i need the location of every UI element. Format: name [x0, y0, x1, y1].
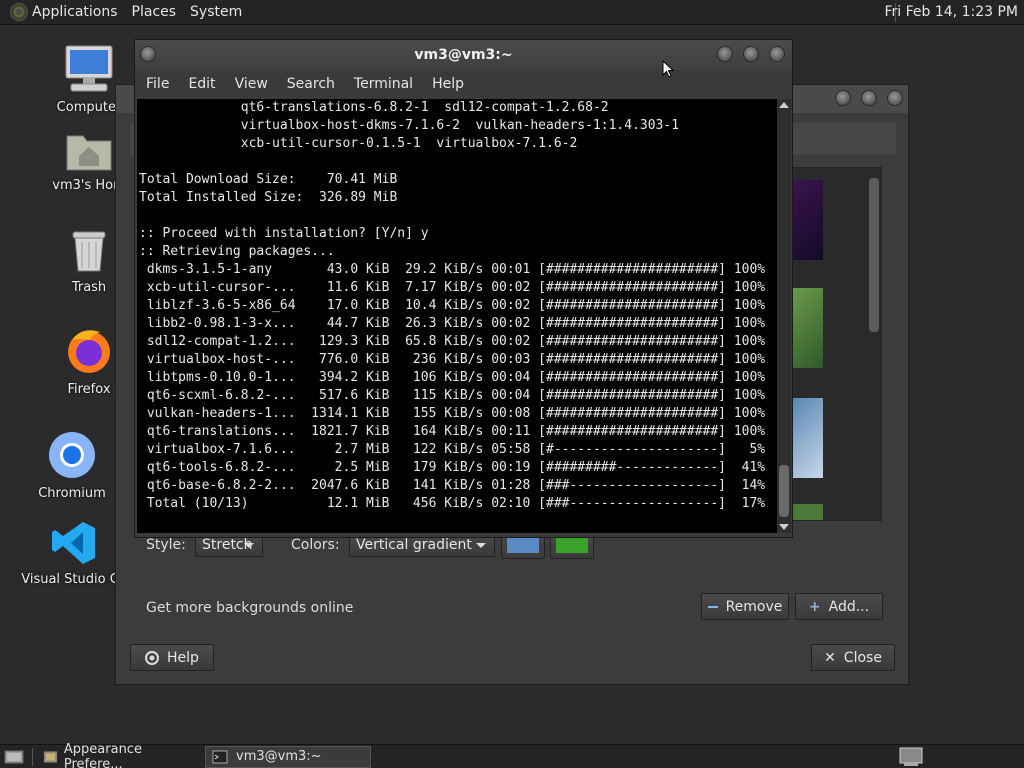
distro-logo-icon[interactable]: [10, 3, 28, 21]
terminal-line: xcb-util-cursor-... 11.6 KiB 7.17 KiB/s …: [139, 280, 766, 295]
workspace-switcher-icon[interactable]: [898, 747, 924, 767]
desktop-icon-vscode[interactable]: Visual Studio Co: [19, 520, 129, 587]
remove-button[interactable]: Remove: [701, 593, 789, 620]
terminal-line: libb2-0.98.1-3-x... 44.7 KiB 26.3 KiB/s …: [139, 316, 766, 331]
window-title: vm3@vm3:~: [414, 47, 513, 63]
scroll-up-icon[interactable]: [779, 102, 789, 108]
plus-icon: +: [808, 598, 821, 615]
taskbar-item-appearance[interactable]: Appearance Prefere...: [37, 742, 201, 768]
appearance-app-icon: [43, 750, 57, 763]
desktop-icon-label: Visual Studio Co: [21, 572, 127, 587]
show-desktop-icon[interactable]: [4, 749, 24, 765]
trash-icon: [72, 231, 106, 272]
terminal-line: qt6-tools-6.8.2-... 2.5 MiB 179 KiB/s 00…: [139, 460, 766, 475]
style-label: Style:: [146, 537, 186, 553]
computer-icon: [65, 45, 113, 92]
clock[interactable]: Fri Feb 14, 1:23 PM: [885, 4, 1019, 20]
terminal-line: virtualbox-host-... 776.0 KiB 236 KiB/s …: [139, 352, 766, 367]
chevron-down-icon: [244, 543, 254, 548]
get-more-backgrounds-link[interactable]: Get more backgrounds online: [146, 600, 353, 616]
window-titlebar[interactable]: vm3@vm3:~: [135, 40, 792, 70]
terminal-scrollbar[interactable]: [777, 99, 791, 533]
terminal-line: sdl12-compat-1.2... 129.3 KiB 65.8 KiB/s…: [139, 334, 766, 349]
terminal-line: qt6-translations-6.8.2-1 sdl12-compat-1.…: [139, 100, 609, 115]
terminal-line: Total Installed Size: 326.89 MiB: [139, 190, 398, 205]
minimize-icon[interactable]: [717, 46, 733, 62]
terminal-line: virtualbox-host-dkms-7.1.6-2 vulkan-head…: [139, 118, 680, 133]
close-button-label: Close: [843, 649, 882, 666]
terminal-line: qt6-translations... 1821.7 KiB 164 KiB/s…: [139, 424, 766, 439]
chevron-down-icon: [476, 543, 486, 548]
terminal-line: vulkan-headers-1... 1314.1 KiB 155 KiB/s…: [139, 406, 766, 421]
color-swatch: [556, 538, 588, 553]
wallpaper-list[interactable]: [792, 167, 882, 521]
colors-dropdown-value: Vertical gradient: [356, 536, 472, 553]
maximize-icon[interactable]: [743, 46, 759, 62]
terminal-line: Total Download Size: 70.41 MiB: [139, 172, 398, 187]
terminal-line: qt6-base-6.8.2-2... 2047.6 KiB 141 KiB/s…: [139, 478, 766, 493]
help-icon: [145, 650, 160, 665]
desktop-icon-label: Chromium: [38, 486, 106, 501]
terminal-line: xcb-util-cursor-0.1.5-1 virtualbox-7.1.6…: [139, 136, 578, 151]
menu-help[interactable]: Help: [432, 76, 464, 92]
menu-file[interactable]: File: [146, 76, 169, 92]
remove-button-label: Remove: [725, 598, 783, 615]
help-button[interactable]: Help: [130, 644, 214, 671]
bottom-panel: Appearance Prefere... vm3@vm3:~: [0, 742, 1024, 768]
chromium-icon: [49, 432, 95, 478]
close-icon[interactable]: [887, 90, 903, 106]
wallpaper-thumbnail[interactable]: [793, 398, 823, 478]
scrollbar-thumb[interactable]: [779, 465, 789, 517]
color-swatch: [507, 538, 539, 553]
terminal-line: libtpms-0.10.0-1... 394.2 KiB 106 KiB/s …: [139, 370, 766, 385]
add-button[interactable]: + Add...: [795, 593, 883, 620]
terminal-line: Total (10/13) 12.1 MiB 456 KiB/s 02:10 […: [139, 496, 766, 511]
minus-icon: [707, 605, 718, 608]
wallpaper-thumbnail[interactable]: [793, 504, 823, 520]
applications-menu[interactable]: Applications: [32, 4, 118, 20]
vscode-icon: [52, 522, 95, 564]
top-panel: Applications Places System Fri Feb 14, 1…: [0, 0, 1024, 25]
home-folder-icon: [66, 135, 112, 171]
desktop-icon-chromium[interactable]: Chromium: [17, 430, 127, 501]
scroll-down-icon[interactable]: [779, 524, 789, 530]
colors-label: Colors:: [291, 537, 340, 553]
taskbar-item-label: Appearance Prefere...: [63, 741, 142, 768]
terminal-app-icon: [212, 750, 228, 763]
places-menu[interactable]: Places: [132, 4, 177, 20]
close-icon[interactable]: [769, 46, 785, 62]
terminal-output[interactable]: qt6-translations-6.8.2-1 sdl12-compat-1.…: [137, 99, 777, 533]
list-scrollbar-thumb[interactable]: [869, 178, 879, 332]
terminal-line: :: Retrieving packages...: [139, 244, 335, 259]
terminal-line: :: Proceed with installation? [Y/n] y: [139, 226, 429, 241]
terminal-window: vm3@vm3:~ File Edit View Search Terminal…: [134, 39, 793, 538]
minimize-icon[interactable]: [835, 90, 851, 106]
system-menu[interactable]: System: [190, 4, 242, 20]
menu-terminal[interactable]: Terminal: [354, 76, 413, 92]
terminal-text: qt6-translations-6.8.2-1 sdl12-compat-1.…: [137, 99, 777, 513]
close-x-icon: ✕: [824, 649, 836, 666]
maximize-icon[interactable]: [861, 90, 877, 106]
panel-separator: [32, 747, 33, 766]
mouse-pointer-icon: [662, 60, 674, 78]
taskbar-item-terminal[interactable]: vm3@vm3:~: [205, 745, 371, 768]
wallpaper-thumbnail[interactable]: [793, 288, 823, 368]
firefox-icon: [68, 330, 110, 373]
menu-view[interactable]: View: [235, 76, 268, 92]
terminal-line: qt6-scxml-6.8.2-... 517.6 KiB 115 KiB/s …: [139, 388, 766, 403]
menu-edit[interactable]: Edit: [188, 76, 215, 92]
taskbar-item-label: vm3@vm3:~: [236, 749, 322, 764]
terminal-menubar: File Edit View Search Terminal Help: [135, 70, 792, 98]
wallpaper-thumbnail[interactable]: [793, 180, 823, 260]
terminal-line: dkms-3.1.5-1-any 43.0 KiB 29.2 KiB/s 00:…: [139, 262, 766, 277]
menu-search[interactable]: Search: [287, 76, 335, 92]
terminal-line: liblzf-3.6-5-x86_64 17.0 KiB 10.4 KiB/s …: [139, 298, 766, 313]
help-button-label: Help: [167, 649, 199, 666]
close-button[interactable]: ✕ Close: [811, 644, 895, 671]
add-button-label: Add...: [828, 598, 870, 615]
terminal-line: virtualbox-7.1.6... 2.7 MiB 122 KiB/s 05…: [139, 442, 766, 457]
